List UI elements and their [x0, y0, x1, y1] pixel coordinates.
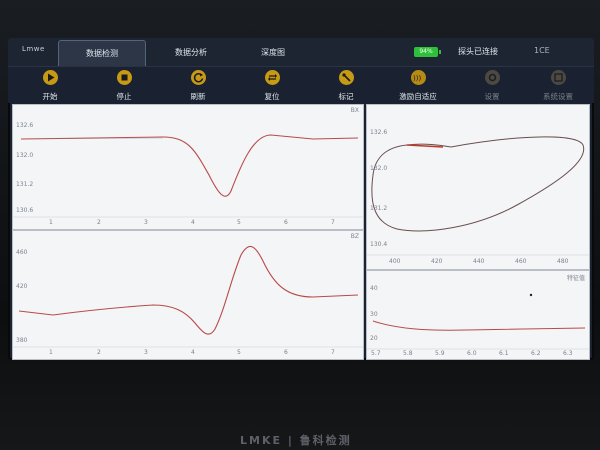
- bz-title: BZ: [350, 233, 359, 240]
- mark-icon: [338, 70, 354, 85]
- bz-y-tick: 460: [16, 249, 28, 256]
- bx-title: BX: [350, 107, 359, 114]
- device-screen: Lmwe 数据检测 数据分析 深度图 94% 探头已连接 1CE 开始 停止 刷…: [8, 38, 594, 360]
- feature-y-tick: 30: [370, 311, 378, 318]
- mark-button[interactable]: 标记: [316, 69, 376, 103]
- feature-x-tick: 6.0: [467, 350, 477, 357]
- bx-x-tick: 6: [284, 219, 288, 226]
- brand-logo: Lmwe: [22, 45, 45, 53]
- bz-x-tick: 1: [49, 349, 53, 356]
- toolbar: 开始 停止 刷新 复位 标记 ))) 激励自适应 设置 系统设置: [8, 66, 594, 103]
- bz-x-tick: 7: [331, 349, 335, 356]
- feature-y-tick: 20: [370, 335, 378, 342]
- play-icon: [42, 70, 58, 85]
- feature-value-panel: 特征值 40 30 20 5.7 5.8 5.9 6.0 6.1 6.2 6.3: [366, 270, 590, 360]
- tab-data-analysis[interactable]: 数据分析: [156, 40, 226, 66]
- settings-button[interactable]: 设置: [462, 69, 522, 103]
- tab-depth-map[interactable]: 深度图: [238, 40, 308, 66]
- device-logo: LMKE | 鲁科检测: [240, 434, 352, 447]
- system-settings-button[interactable]: 系统设置: [528, 69, 588, 103]
- bx-signal-panel: BX 132.6 132.0 131.2 130.6 1 2 3 4 5 6 7: [12, 104, 364, 230]
- system-settings-label: 系统设置: [543, 92, 573, 101]
- butterfly-x-tick: 460: [515, 258, 527, 265]
- bx-x-tick: 1: [49, 219, 53, 226]
- feature-x-tick: 5.9: [435, 350, 445, 357]
- top-bar: Lmwe 数据检测 数据分析 深度图 94% 探头已连接 1CE: [8, 38, 594, 67]
- system-settings-icon: [550, 70, 566, 85]
- feature-y-tick: 40: [370, 285, 378, 292]
- bx-y-tick: 131.2: [16, 181, 34, 188]
- bz-signal-chart: [13, 245, 363, 348]
- bx-x-tick: 7: [331, 219, 335, 226]
- settings-label: 设置: [484, 92, 500, 101]
- feature-value-chart: [367, 293, 589, 350]
- stop-button[interactable]: 停止: [94, 69, 154, 103]
- reset-button[interactable]: 复位: [242, 69, 302, 103]
- bz-x-tick: 5: [237, 349, 241, 356]
- feature-x-tick: 5.8: [403, 350, 413, 357]
- excitation-adapt-button[interactable]: ))) 激励自适应: [388, 69, 448, 103]
- bz-x-tick: 3: [144, 349, 148, 356]
- butterfly-y-tick: 130.4: [370, 241, 388, 248]
- svg-text:))): ))): [413, 75, 421, 83]
- tab-data-detection[interactable]: 数据检测: [58, 40, 146, 67]
- butterfly-x-tick: 480: [557, 258, 569, 265]
- bx-x-tick: 2: [97, 219, 101, 226]
- bz-x-tick: 4: [191, 349, 195, 356]
- feature-x-tick: 6.3: [563, 350, 573, 357]
- bx-y-tick: 130.6: [16, 207, 34, 214]
- butterfly-x-tick: 420: [431, 258, 443, 265]
- bx-y-tick: 132.6: [16, 122, 34, 129]
- feature-x-tick: 6.2: [531, 350, 541, 357]
- settings-icon: [484, 70, 500, 85]
- bx-y-tick: 132.0: [16, 152, 34, 159]
- battery-indicator: 94%: [414, 47, 441, 57]
- feature-x-tick: 5.7: [371, 350, 381, 357]
- butterfly-x-tick: 400: [389, 258, 401, 265]
- start-label: 开始: [42, 92, 58, 101]
- stop-label: 停止: [116, 92, 132, 101]
- feature-title: 特征值: [566, 275, 585, 282]
- excitation-adapt-label: 激励自适应: [399, 92, 437, 101]
- butterfly-y-tick: 132.0: [370, 165, 388, 172]
- excitation-adapt-icon: ))): [410, 70, 426, 85]
- bz-y-tick: 380: [16, 337, 28, 344]
- butterfly-y-tick: 131.2: [370, 205, 388, 212]
- bx-signal-chart: [13, 134, 363, 218]
- mark-label: 标记: [338, 92, 354, 101]
- refresh-icon: [190, 70, 206, 85]
- status-extra: 1CE: [534, 46, 550, 55]
- bx-x-tick: 3: [144, 219, 148, 226]
- butterfly-plot-panel: 132.6 132.0 131.2 130.4 400 420 440 460 …: [366, 104, 590, 270]
- bz-signal-panel: BZ 460 420 380 1 2 3 4 5 6 7: [12, 230, 364, 360]
- stop-icon: [116, 70, 132, 85]
- bz-x-tick: 6: [284, 349, 288, 356]
- feature-x-tick: 6.1: [499, 350, 509, 357]
- butterfly-plot-chart: [367, 136, 589, 256]
- start-button[interactable]: 开始: [20, 69, 80, 103]
- butterfly-x-tick: 440: [473, 258, 485, 265]
- bz-x-tick: 2: [97, 349, 101, 356]
- reset-label: 复位: [264, 92, 280, 101]
- butterfly-y-tick: 132.6: [370, 129, 388, 136]
- refresh-label: 刷新: [190, 92, 206, 101]
- bx-x-tick: 5: [237, 219, 241, 226]
- refresh-button[interactable]: 刷新: [168, 69, 228, 103]
- probe-status: 探头已连接: [458, 47, 498, 56]
- bz-y-tick: 420: [16, 283, 28, 290]
- bx-x-tick: 4: [191, 219, 195, 226]
- reset-icon: [264, 70, 280, 85]
